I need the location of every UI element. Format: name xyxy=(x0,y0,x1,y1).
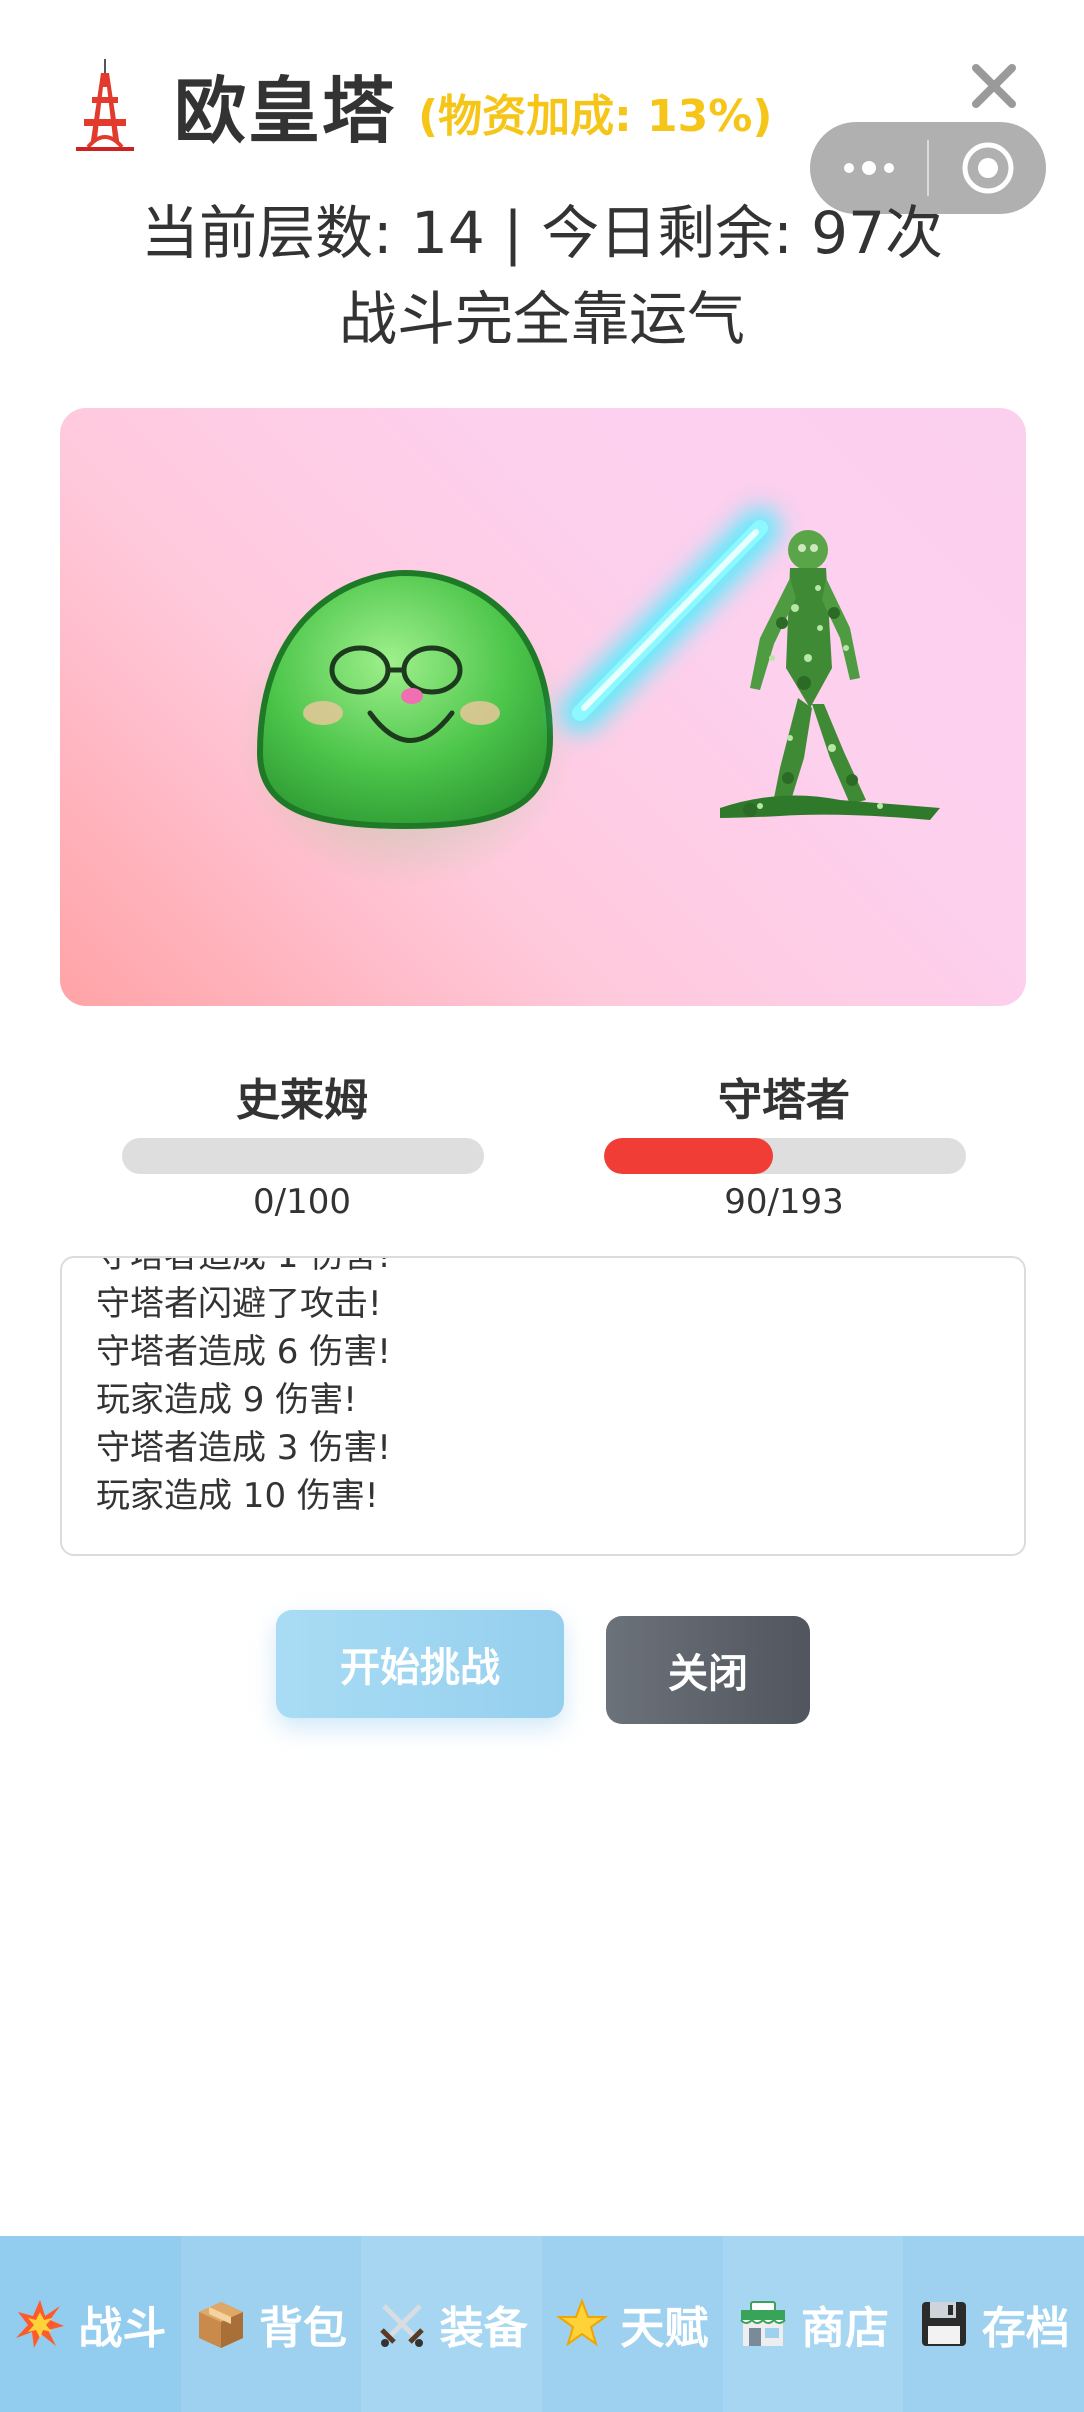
log-line: 玩家造成 10 伤害! xyxy=(96,1476,379,1516)
nav-item-save[interactable]: 存档 xyxy=(903,2236,1084,2412)
bottom-nav: 战斗 背包 装备 天赋 商店 存档 xyxy=(0,2236,1084,2412)
star-icon xyxy=(556,2298,609,2347)
nav-item-battle[interactable]: 战斗 xyxy=(0,2236,181,2412)
arena-scene xyxy=(235,508,940,888)
nav-label: 存档 xyxy=(981,2303,1070,2354)
lightsaber-sprite xyxy=(560,508,780,733)
crossed-swords-icon xyxy=(379,2304,424,2347)
battle-arena xyxy=(60,408,1026,1006)
player-hp-bar xyxy=(122,1138,484,1174)
nav-label: 商店 xyxy=(801,2303,890,2354)
log-line: 守塔者造成 6 伤害! xyxy=(96,1332,391,1372)
status-line: 当前层数: 14 | 今日剩余: 97次 xyxy=(141,199,943,267)
tokyo-tower-icon xyxy=(76,58,134,151)
close-icon[interactable] xyxy=(964,56,1024,116)
player-hp-text: 0/100 xyxy=(253,1182,351,1222)
log-line: 守塔者闪避了攻击! xyxy=(96,1284,382,1324)
nav-label: 战斗 xyxy=(78,2303,167,2354)
nav-item-equipment[interactable]: 装备 xyxy=(361,2236,543,2412)
log-line: 守塔者造成 3 伤害! xyxy=(96,1428,391,1468)
nav-label: 背包 xyxy=(259,2303,347,2354)
collision-icon xyxy=(16,2300,65,2348)
nav-label: 装备 xyxy=(439,2303,528,2354)
start-challenge-button[interactable]: 开始挑战 xyxy=(276,1610,564,1718)
enemy-hp-text: 90/193 xyxy=(724,1182,844,1222)
nav-label: 天赋 xyxy=(620,2303,709,2354)
page-title: 欧皇塔 xyxy=(174,69,397,153)
bonus-label: (物资加成: 13%) xyxy=(418,90,773,142)
enemy-name: 守塔者 xyxy=(718,1075,850,1126)
enemy-hp-fill xyxy=(604,1138,773,1174)
player-name: 史莱姆 xyxy=(236,1075,368,1126)
nav-item-shop[interactable]: 商店 xyxy=(722,2236,904,2412)
nav-item-talent[interactable]: 天赋 xyxy=(542,2236,723,2412)
shop-icon xyxy=(740,2301,786,2346)
subtitle: 战斗完全靠运气 xyxy=(338,285,745,353)
nav-item-bag[interactable]: 背包 xyxy=(180,2236,362,2412)
more-dots-icon xyxy=(843,161,894,175)
log-line: 守塔者造成 1 伤害! xyxy=(96,1256,391,1276)
title-row: 欧皇塔 (物资加成: 13%) xyxy=(70,52,772,157)
slime-sprite xyxy=(235,569,575,888)
package-icon xyxy=(199,2302,243,2348)
battle-log[interactable]: 守塔者造成 1 伤害! 守塔者闪避了攻击! 守塔者造成 6 伤害! 玩家造成 9… xyxy=(60,1256,1026,1556)
log-line: 玩家造成 9 伤害! xyxy=(96,1380,357,1420)
vine-guardian-sprite xyxy=(720,530,940,820)
close-button[interactable]: 关闭 xyxy=(606,1616,810,1724)
floppy-disk-icon xyxy=(921,2302,966,2346)
tower-page: 欧皇塔 (物资加成: 13%) 当前层数: 14 | 今日剩余: 97次 战斗完… xyxy=(0,0,1084,2412)
battle-log-list: 守塔者造成 1 伤害! 守塔者闪避了攻击! 守塔者造成 6 伤害! 玩家造成 9… xyxy=(96,1256,391,1520)
enemy-hp-bar xyxy=(604,1138,966,1174)
